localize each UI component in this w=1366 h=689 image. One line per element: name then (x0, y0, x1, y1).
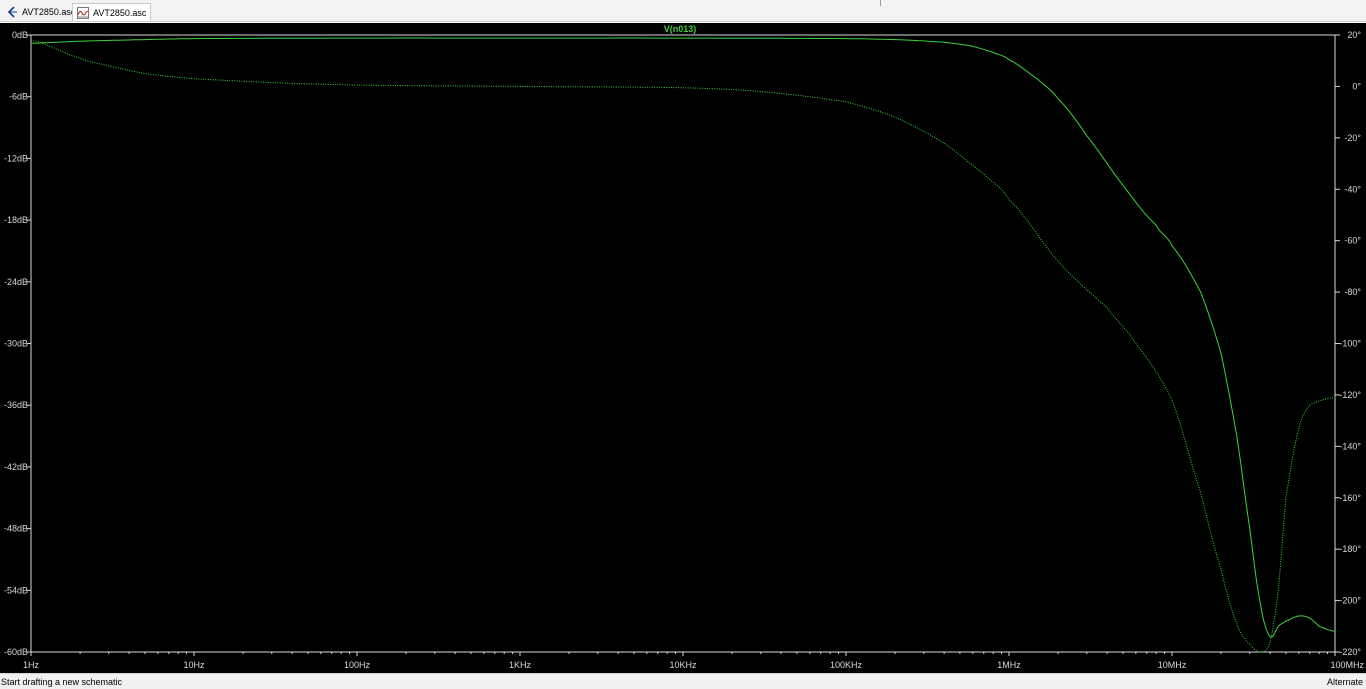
y-left-tick-label: -18dB (4, 215, 28, 225)
tab-schematic[interactable]: AVT2850.asc (2, 3, 79, 21)
y-left-tick-label: -54dB (4, 585, 28, 595)
plot-frame (30, 34, 1336, 653)
tab-label: AVT2850.asc (93, 7, 147, 18)
y-left-tick-label: -6dB (9, 92, 28, 102)
y-right-tick-label: -180° (1339, 544, 1361, 554)
y-right-tick-label: -20° (1344, 133, 1361, 143)
x-tick-label: 10KHz (669, 660, 697, 670)
schematic-icon (7, 6, 17, 18)
y-right-tick-label: -120° (1339, 390, 1361, 400)
y-right-tick-label: -140° (1339, 441, 1361, 451)
y-right-tick-label: -80° (1344, 287, 1361, 297)
y-right-tick-label: -60° (1344, 236, 1361, 246)
trace-title[interactable]: V(n013) (664, 24, 697, 34)
y-left-tick-label: -24dB (4, 277, 28, 287)
x-tick-label: 100MHz (1330, 660, 1364, 670)
tab-label: AVT2850.asc (22, 7, 76, 17)
tab-waveform[interactable]: AVT2850.asc (72, 3, 152, 21)
y-right-tick-label: -200° (1339, 596, 1361, 606)
tab-bar: AVT2850.asc AVT2850.asc (0, 0, 1366, 22)
waveform-icon (77, 6, 89, 19)
x-tick-label: 100Hz (344, 660, 371, 670)
status-bar: Start drafting a new schematic Alternate (0, 673, 1366, 689)
magnitude-trace[interactable] (30, 37, 1336, 638)
status-mode: Alternate (1326, 677, 1363, 687)
y-right-tick-label: 20° (1347, 30, 1361, 40)
y-right-tick-label: -40° (1344, 184, 1361, 194)
x-tick-label: 1MHz (997, 660, 1021, 670)
status-message: Start drafting a new schematic (1, 677, 123, 687)
y-left-tick-label: -60dB (4, 647, 28, 657)
y-left-tick-label: -36dB (4, 400, 28, 410)
y-left-tick-label: -48dB (4, 524, 28, 534)
x-tick-label: 10MHz (1158, 660, 1187, 670)
y-right-tick-label: -100° (1339, 339, 1361, 349)
bode-plot[interactable]: 0dB -6dB -12dB -18dB -24dB -30dB -36dB -42dB -48… (0, 23, 1366, 673)
y-right-tick-label: 0° (1352, 81, 1361, 91)
y-right-tick-label: -220° (1339, 647, 1361, 657)
phase-trace[interactable] (30, 39, 1336, 653)
y-right-tick-label: -160° (1339, 493, 1361, 503)
divider (880, 0, 881, 6)
waveform-plot-area[interactable]: 0dB -6dB -12dB -18dB -24dB -30dB -36dB -42dB -48… (0, 23, 1366, 673)
x-tick-label: 100KHz (830, 660, 863, 670)
y-left-tick-label: -42dB (4, 462, 28, 472)
x-tick-label: 10Hz (183, 660, 205, 670)
y-left-tick-label: -30dB (4, 339, 28, 349)
x-tick-label: 1Hz (23, 660, 40, 670)
y-left-tick-label: 0dB (12, 30, 28, 40)
y-left-tick-label: -12dB (4, 153, 28, 163)
x-tick-label: 1KHz (509, 660, 532, 670)
